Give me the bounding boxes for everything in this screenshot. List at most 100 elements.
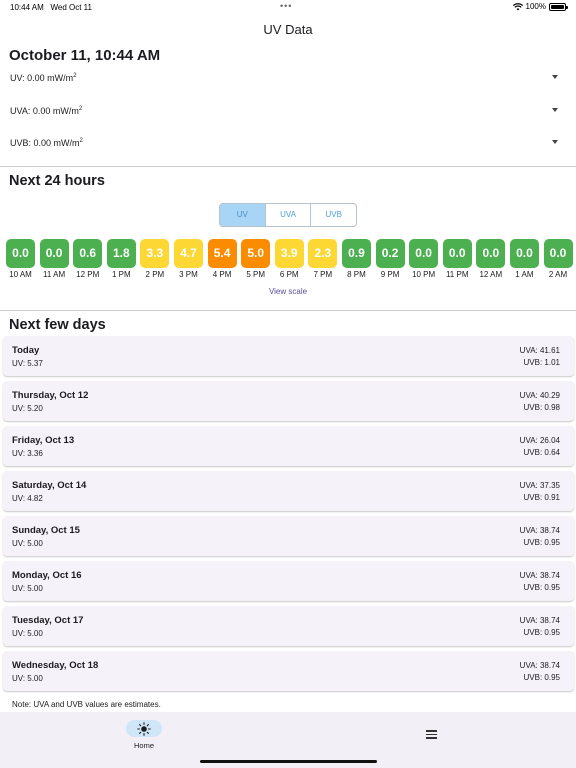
uv-index-badge: 0.0 (409, 239, 439, 268)
status-bar: 10:44 AM Wed Oct 11 ••• 100% (0, 0, 576, 16)
uv-index-badge: 0.0 (509, 239, 539, 268)
chevron-down-icon[interactable] (552, 108, 558, 112)
chevron-down-icon[interactable] (552, 75, 558, 79)
hour-label: 2 AM (548, 270, 568, 279)
day-uv-value: UV: 5.00 (12, 584, 43, 593)
hour-forecast-item: 4.7 3 PM (173, 239, 203, 279)
uv-dropdown[interactable]: UV: 0.00 mW/m2 (0, 64, 576, 96)
hour-forecast-item: 3.9 6 PM (274, 239, 304, 279)
uv-index-badge: 4.7 (173, 239, 203, 268)
status-time: 10:44 AM Wed Oct 11 (10, 3, 92, 12)
uv-index-badge: 0.9 (341, 239, 371, 268)
uv-index-badge: 0.0 (476, 239, 506, 268)
day-forecast-card[interactable]: Friday, Oct 13 UV: 3.36 UVA: 26.04 UVB: 0.6… (3, 426, 574, 466)
next-24-hours-heading: Next 24 hours (9, 173, 105, 189)
day-forecast-card[interactable]: Monday, Oct 16 UV: 5.00 UVA: 38.74 UVB: 0.9… (3, 561, 574, 601)
day-uv-value: UV: 3.36 (12, 449, 43, 458)
hour-forecast-item: 0.0 10 AM (6, 239, 35, 279)
estimate-note: Note: UVA and UVB values are estimates. (12, 700, 161, 709)
hour-forecast-item: 0.0 1 AM (509, 239, 539, 279)
day-forecast-card[interactable]: Thursday, Oct 12 UV: 5.20 UVA: 40.29 UVB: 0… (3, 381, 574, 421)
hour-forecast-item: 0.0 10 PM (409, 239, 439, 279)
uv-index-badge: 0.2 (375, 239, 405, 268)
nav-home[interactable]: Home (126, 720, 162, 750)
hour-forecast-item: 0.0 2 AM (543, 239, 573, 279)
day-name: Tuesday, Oct 17 (12, 615, 84, 626)
divider (0, 166, 576, 167)
day-uv-value: UV: 5.20 (12, 404, 43, 413)
day-forecast-card[interactable]: Sunday, Oct 15 UV: 5.00 UVA: 38.74 UVB: 0.9… (3, 516, 574, 556)
hour-forecast-item: 5.0 5 PM (241, 239, 271, 279)
hour-forecast-item: 1.8 1 PM (106, 239, 136, 279)
day-uv-value: UV: 5.00 (12, 629, 43, 638)
day-name: Monday, Oct 16 (12, 570, 82, 581)
sun-icon (137, 721, 151, 736)
nav-home-indicator (126, 720, 162, 737)
uv-type-segmented-control[interactable]: UV UVA UVB (219, 203, 357, 227)
day-uvb-value: UVB: 0.64 (523, 448, 560, 457)
day-uva-value: UVA: 26.04 (519, 436, 560, 445)
uva-dropdown[interactable]: UVA: 0.00 mW/m2 (0, 97, 576, 129)
hour-forecast-item: 0.0 11 AM (39, 239, 69, 279)
day-uvb-value: UVB: 1.01 (523, 358, 560, 367)
day-uvb-value: UVB: 0.98 (523, 403, 560, 412)
uv-reading: UV: 0.00 mW/m2 (10, 73, 77, 83)
day-forecast-card[interactable]: Today UV: 5.37 UVA: 41.61 UVB: 1.01 (3, 336, 574, 376)
uv-index-badge: 2.3 (308, 239, 338, 268)
day-uv-value: UV: 4.82 (12, 494, 43, 503)
divider (0, 310, 576, 311)
day-uva-value: UVA: 37.35 (519, 481, 560, 490)
tab-uv[interactable]: UV (220, 204, 266, 226)
uv-index-badge: 3.9 (274, 239, 304, 268)
battery-percent: 100% (525, 2, 546, 11)
tab-uvb[interactable]: UVB (311, 204, 356, 226)
uv-index-badge: 5.0 (241, 239, 271, 268)
day-uvb-value: UVB: 0.95 (523, 538, 560, 547)
home-indicator (200, 760, 377, 763)
day-name: Thursday, Oct 12 (12, 390, 89, 401)
day-name: Today (12, 345, 40, 356)
tab-uva[interactable]: UVA (266, 204, 312, 226)
day-uvb-value: UVB: 0.91 (523, 493, 560, 502)
nav-home-label: Home (133, 741, 154, 750)
uv-index-badge: 0.6 (73, 239, 103, 268)
uv-index-badge: 0.0 (442, 239, 472, 268)
day-uvb-value: UVB: 0.95 (523, 673, 560, 682)
hour-forecast-item: 0.2 9 PM (375, 239, 405, 279)
day-forecast-card[interactable]: Wednesday, Oct 18 UV: 5.00 UVA: 38.74 UVB: … (3, 651, 574, 691)
uv-index-badge: 5.4 (207, 239, 237, 268)
wifi-icon (512, 2, 523, 10)
day-name: Friday, Oct 13 (12, 435, 75, 446)
hour-forecast-item: 3.3 2 PM (140, 239, 170, 279)
day-uvb-value: UVB: 0.95 (523, 628, 560, 637)
view-scale-link[interactable]: View scale (0, 287, 576, 296)
app-title: UV Data (263, 22, 313, 37)
day-uva-value: UVA: 38.74 (519, 526, 560, 535)
hour-forecast-item: 0.6 12 PM (73, 239, 103, 279)
multitasking-dots-icon[interactable]: ••• (280, 1, 292, 11)
day-forecast-card[interactable]: Tuesday, Oct 17 UV: 5.00 UVA: 38.74 UVB: 0.… (3, 606, 574, 646)
uv-index-badge: 0.0 (39, 239, 69, 268)
uv-index-badge: 3.3 (140, 239, 170, 268)
day-name: Sunday, Oct 15 (12, 525, 80, 536)
uvb-reading: UVB: 0.00 mW/m2 (10, 138, 83, 148)
day-uvb-value: UVB: 0.95 (523, 583, 560, 592)
day-uva-value: UVA: 38.74 (519, 616, 560, 625)
hour-forecast-item: 0.0 11 PM (442, 239, 472, 279)
day-forecast-card[interactable]: Saturday, Oct 14 UV: 4.82 UVA: 37.35 UVB: 0… (3, 471, 574, 511)
chevron-down-icon[interactable] (552, 140, 558, 144)
uv-index-badge: 1.8 (106, 239, 136, 268)
day-uv-value: UV: 5.00 (12, 539, 43, 548)
current-datetime-heading: October 11, 10:44 AM (9, 47, 161, 64)
hour-forecast-item: 0.0 12 AM (476, 239, 506, 279)
day-uva-value: UVA: 40.29 (519, 391, 560, 400)
uva-reading: UVA: 0.00 mW/m2 (10, 106, 83, 116)
menu-icon[interactable] (426, 730, 438, 739)
day-uva-value: UVA: 38.74 (519, 661, 560, 670)
next-few-days-heading: Next few days (9, 317, 106, 333)
hour-forecast-item: 5.4 4 PM (207, 239, 237, 279)
day-name: Wednesday, Oct 18 (12, 660, 99, 671)
battery-icon (549, 2, 568, 11)
uvb-dropdown[interactable]: UVB: 0.00 mW/m2 (0, 129, 576, 161)
uv-index-badge: 0.0 (543, 239, 573, 268)
